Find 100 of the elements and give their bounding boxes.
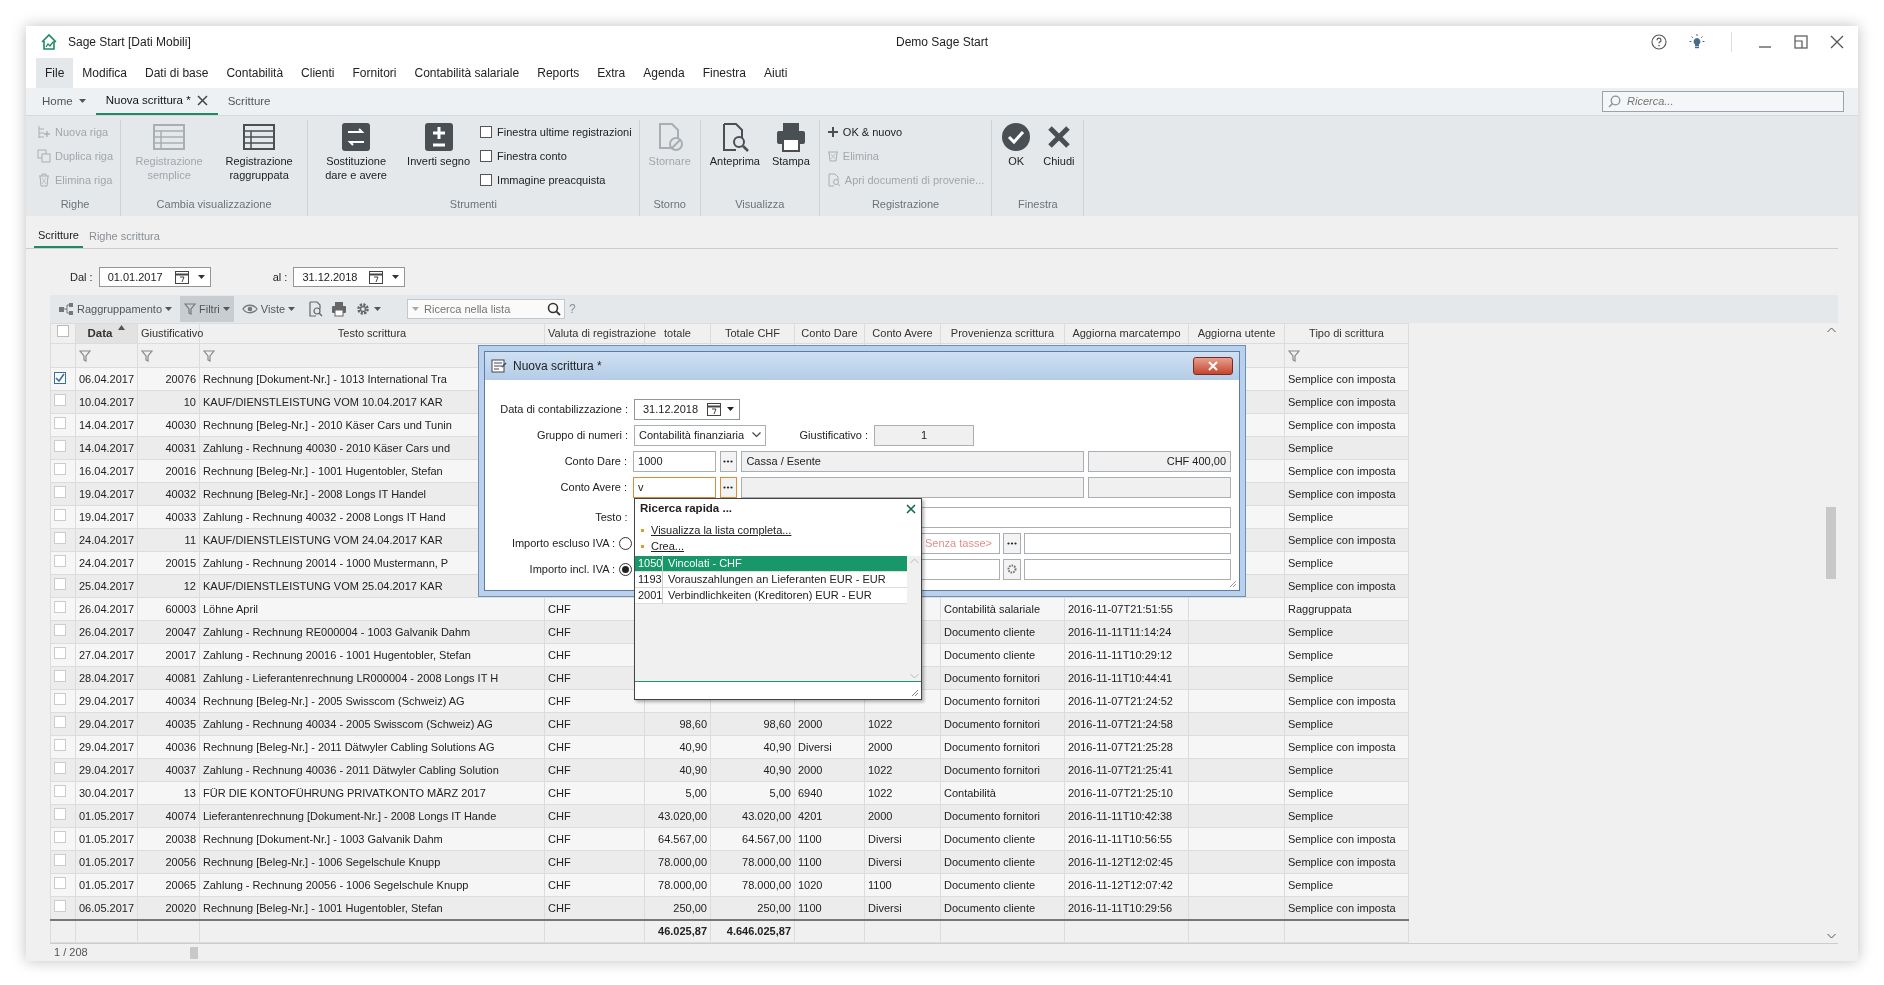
table-cell: Semplice	[1288, 510, 1334, 523]
preview-icon[interactable]	[307, 301, 324, 317]
checkbox[interactable]	[480, 126, 493, 139]
ribbon-button[interactable]: Inverti segno	[402, 120, 476, 171]
view-tab[interactable]: Scritture	[34, 225, 83, 249]
close-icon[interactable]	[1830, 34, 1844, 49]
ribbon-button[interactable]: Sostituzione dare e avere	[312, 120, 401, 184]
filter-icon[interactable]	[1288, 350, 1300, 363]
document-tab[interactable]: Home	[32, 87, 96, 116]
group-label: Cambia visualizzazione	[156, 196, 272, 212]
column-header[interactable]: Valuta di registrazione	[548, 327, 657, 340]
scroll-down-icon[interactable]	[909, 673, 919, 679]
toolbar-button[interactable]: Filtri	[180, 296, 234, 322]
group-label: Strumenti	[449, 196, 497, 212]
input-field[interactable]: CHF 400,00	[1087, 450, 1231, 472]
menu-item[interactable]: Modifica	[73, 57, 137, 88]
result-row[interactable]: 1050 Vincolati - CHF	[635, 556, 907, 572]
printer-icon[interactable]	[331, 301, 348, 317]
lightbulb-icon[interactable]	[1689, 33, 1705, 50]
table-cell: Zahlung - Rechnung 20014 - 1000 Mustermann, P	[203, 556, 449, 569]
browse-button[interactable]	[719, 450, 738, 472]
checkbox[interactable]	[480, 150, 493, 163]
ribbon-button[interactable]: Anteprima	[704, 120, 765, 171]
document-tab[interactable]: Scritture	[217, 87, 281, 116]
menu-item[interactable]: Contabilità salariale	[405, 57, 529, 88]
date-field[interactable]: 01.01.2017	[98, 267, 211, 288]
input-field[interactable]: v	[633, 476, 716, 498]
input-field[interactable]	[1087, 476, 1231, 498]
table-cell: 40037	[165, 763, 196, 776]
table-cell: Documento fornitori	[944, 740, 1040, 753]
column-header[interactable]: Testo scrittura	[337, 327, 407, 340]
table-icon	[242, 122, 277, 153]
scroll-down-icon[interactable]	[1826, 933, 1836, 939]
radio-button[interactable]	[619, 536, 632, 550]
radio-button[interactable]	[619, 562, 632, 576]
menu-item[interactable]: Contabilità	[217, 57, 293, 88]
toolbar-button[interactable]: Viste	[237, 296, 300, 322]
browse-button[interactable]	[719, 476, 738, 498]
table-cell: Lieferantenrechnung [Dokument-Nr.] - 2008 Longs IT Hande	[203, 809, 497, 822]
close-icon[interactable]	[906, 504, 916, 514]
ribbon-button[interactable]: OK & nuovo	[823, 121, 988, 144]
dropdown[interactable]: Contabilità finanziaria	[634, 424, 766, 446]
input-field[interactable]: Cassa / Esente	[741, 450, 1084, 472]
filter-icon[interactable]	[203, 350, 215, 363]
menu-item[interactable]: Finestra	[693, 57, 755, 88]
input-field[interactable]	[741, 476, 1084, 498]
field-label: Importo incl. IVA :	[528, 561, 615, 577]
row-checkbox[interactable]	[54, 371, 66, 384]
settings-button[interactable]	[1003, 558, 1021, 580]
result-row[interactable]: 1193 Vorauszahlungen an Lieferanten EUR - EUR	[635, 572, 907, 588]
field-label: Data di contabilizzazione :	[499, 401, 628, 417]
scrollbar-thumb[interactable]	[1826, 507, 1836, 579]
filter-icon[interactable]	[79, 350, 91, 363]
checkbox[interactable]	[57, 325, 69, 338]
search-field[interactable]: Ricerca...	[1602, 90, 1844, 112]
menu-item[interactable]: File	[36, 57, 74, 88]
ribbon-button[interactable]: Registrazione raggruppata	[215, 120, 304, 184]
date-field[interactable]: 31.12.2018	[634, 398, 741, 420]
search-icon[interactable]	[547, 302, 562, 316]
restore-icon[interactable]	[1794, 34, 1808, 49]
menu-item[interactable]: Dati di base	[136, 57, 218, 88]
input-field[interactable]: 1000	[633, 450, 716, 472]
menu-item[interactable]: Clienti	[292, 57, 344, 88]
table-cell: Semplice con imposta	[1288, 533, 1396, 546]
link[interactable]: Visualizza la lista completa...	[651, 522, 792, 538]
toolbar-button[interactable]: Raggruppamento	[54, 296, 176, 322]
filter-icon[interactable]	[141, 350, 153, 363]
table-cell: Documento cliente	[944, 625, 1036, 638]
input-field[interactable]: 1	[874, 424, 974, 446]
close-icon[interactable]	[196, 94, 208, 106]
input-field[interactable]	[1024, 558, 1231, 580]
result-row[interactable]: 2001 Verbindlichkeiten (Kreditoren) EUR - EUR	[635, 588, 907, 604]
table-cell: 20056	[165, 855, 196, 868]
browse-button[interactable]	[1003, 532, 1021, 554]
search-field[interactable]: Ricerca nella lista	[407, 299, 566, 319]
input-field[interactable]	[1024, 532, 1231, 554]
table-cell: 13	[183, 786, 196, 799]
link[interactable]: Crea...	[651, 538, 684, 554]
menu-item[interactable]: Aiuti	[755, 57, 797, 88]
table-cell: 16.04.2017	[79, 464, 135, 477]
document-search-icon	[826, 173, 841, 188]
checkbox[interactable]	[480, 174, 493, 187]
menu-item[interactable]: Reports	[528, 57, 589, 88]
ribbon-button[interactable]: OK	[996, 120, 1037, 171]
scroll-up-icon[interactable]	[909, 558, 919, 564]
menu-item[interactable]: Extra	[588, 57, 635, 88]
help-icon[interactable]	[1651, 33, 1667, 50]
menu-item[interactable]: Agenda	[634, 57, 694, 88]
record-count: 1 / 208	[54, 945, 88, 961]
menu-item[interactable]: Fornitori	[343, 57, 406, 88]
scroll-up-icon[interactable]	[1826, 327, 1836, 333]
ribbon-button[interactable]: Stampa	[766, 120, 815, 171]
date-field[interactable]: 31.12.2018	[293, 267, 406, 288]
scrollbar-thumb[interactable]	[189, 946, 198, 959]
input-field[interactable]	[920, 558, 1000, 580]
close-button[interactable]	[1193, 357, 1233, 375]
column-header[interactable]: Giustificativo	[141, 327, 204, 340]
table-cell: 2016-11-11T11:14:24	[1068, 625, 1172, 638]
ribbon-button[interactable]: Chiudi	[1038, 120, 1080, 171]
table-cell: 20076	[165, 372, 196, 385]
